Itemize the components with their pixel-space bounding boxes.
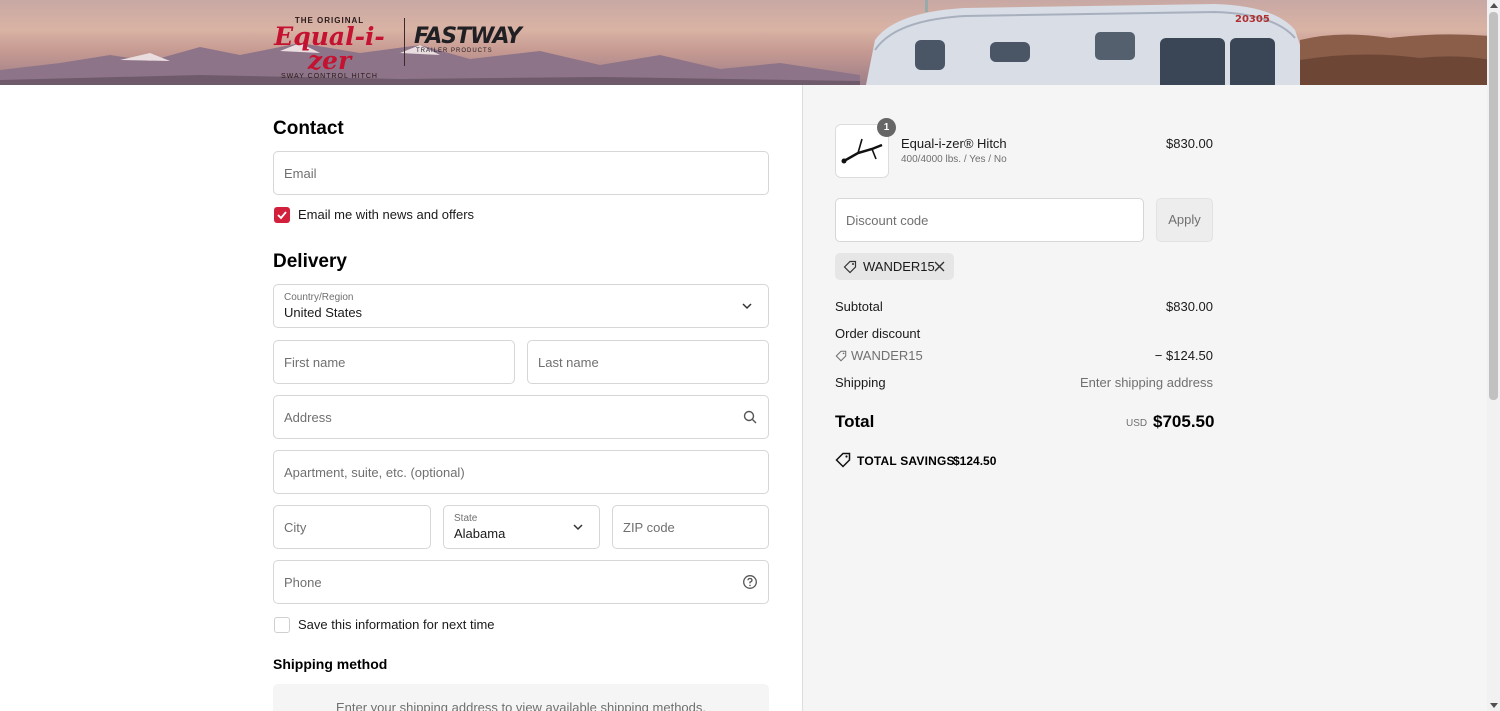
shipping-value: Enter shipping address	[1080, 375, 1213, 390]
header-banner: 20305 THE ORIGINAL Equal-i-zer SWAY CONT…	[0, 0, 1487, 85]
shipping-method-heading: Shipping method	[273, 656, 388, 672]
first-name-placeholder: First name	[284, 355, 346, 370]
last-name-field[interactable]: Last name	[527, 340, 769, 384]
state-label: State	[454, 513, 478, 524]
shipping-method-notice: Enter your shipping address to view avai…	[273, 684, 769, 711]
product-price: $830.00	[1166, 136, 1213, 151]
discount-placeholder: Discount code	[846, 213, 929, 228]
newsletter-label[interactable]: Email me with news and offers	[298, 207, 474, 222]
applied-discount-chip: WANDER15	[835, 253, 954, 280]
apartment-field[interactable]: Apartment, suite, etc. (optional)	[273, 450, 769, 494]
order-summary-panel	[802, 85, 1487, 711]
delivery-heading: Delivery	[273, 251, 347, 272]
save-info-label[interactable]: Save this information for next time	[298, 617, 495, 632]
address-placeholder: Address	[284, 410, 332, 425]
airstream-trailer-image: 20305	[866, 0, 1314, 85]
phone-field[interactable]: Phone	[273, 560, 769, 604]
scrollbar-thumb[interactable]	[1489, 12, 1498, 400]
apply-button[interactable]: Apply	[1156, 198, 1213, 242]
last-name-placeholder: Last name	[538, 355, 599, 370]
first-name-field[interactable]: First name	[273, 340, 515, 384]
product-name: Equal-i-zer® Hitch	[901, 136, 1007, 151]
apartment-placeholder: Apartment, suite, etc. (optional)	[284, 465, 465, 480]
check-icon	[277, 211, 287, 220]
savings-tag-icon	[835, 452, 851, 468]
order-discount-value: − $124.50	[1154, 348, 1213, 363]
close-icon[interactable]	[934, 261, 945, 272]
phone-placeholder: Phone	[284, 575, 322, 590]
total-value: $705.50	[1153, 412, 1215, 431]
equalizer-logo[interactable]: THE ORIGINAL Equal-i-zer SWAY CONTROL HI…	[272, 16, 387, 80]
search-icon[interactable]	[742, 409, 758, 425]
shipping-method-message: Enter your shipping address to view avai…	[336, 700, 706, 711]
newsletter-checkbox[interactable]	[274, 207, 290, 223]
email-placeholder: Email	[284, 166, 317, 181]
zip-field[interactable]: ZIP code	[612, 505, 769, 549]
scroll-up-arrow[interactable]	[1490, 3, 1498, 8]
chevron-down-icon	[573, 524, 583, 531]
total-label: Total	[835, 412, 875, 431]
order-discount-label: Order discount	[835, 326, 921, 341]
city-placeholder: City	[284, 520, 307, 535]
total-savings-value: $124.50	[953, 454, 997, 468]
email-field[interactable]: Email	[273, 151, 769, 195]
order-discount-code: WANDER15	[851, 348, 923, 363]
chevron-down-icon	[742, 303, 752, 310]
svg-text:20305: 20305	[1235, 14, 1270, 25]
rocks-image	[1300, 34, 1487, 85]
zip-placeholder: ZIP code	[623, 520, 675, 535]
total-currency: USD	[1126, 418, 1148, 429]
applied-code-text: WANDER15	[863, 259, 935, 274]
city-field[interactable]: City	[273, 505, 431, 549]
state-value: Alabama	[454, 526, 506, 541]
shipping-label: Shipping	[835, 375, 886, 390]
product-variant: 400/4000 lbs. / Yes / No	[901, 154, 1007, 165]
contact-heading: Contact	[273, 118, 344, 139]
subtotal-label: Subtotal	[835, 299, 883, 314]
help-icon[interactable]	[742, 574, 758, 590]
discount-code-field[interactable]: Discount code	[835, 198, 1144, 242]
country-value: United States	[284, 305, 363, 320]
scroll-down-arrow[interactable]	[1490, 703, 1498, 708]
address-field[interactable]: Address	[273, 395, 769, 439]
total-savings-label: TOTAL SAVINGS	[857, 454, 955, 468]
page-scrollbar[interactable]	[1487, 0, 1500, 711]
logo-divider	[404, 18, 405, 66]
fastway-logo[interactable]: FASTWAY TRAILER PRODUCTS	[414, 26, 534, 58]
subtotal-value: $830.00	[1166, 299, 1213, 314]
tag-icon	[835, 350, 847, 362]
save-info-checkbox[interactable]	[274, 617, 290, 633]
quantity-badge: 1	[877, 118, 896, 137]
logo-main-text: Equal-i-zer	[274, 22, 385, 75]
fastway-main-text: FASTWAY	[414, 24, 522, 49]
logo-bottom-text: SWAY CONTROL HITCH	[281, 73, 378, 80]
state-select[interactable]: State Alabama	[443, 505, 600, 549]
country-label: Country/Region	[284, 292, 354, 303]
tag-icon	[843, 260, 857, 274]
country-select[interactable]: Country/Region United States	[273, 284, 769, 328]
